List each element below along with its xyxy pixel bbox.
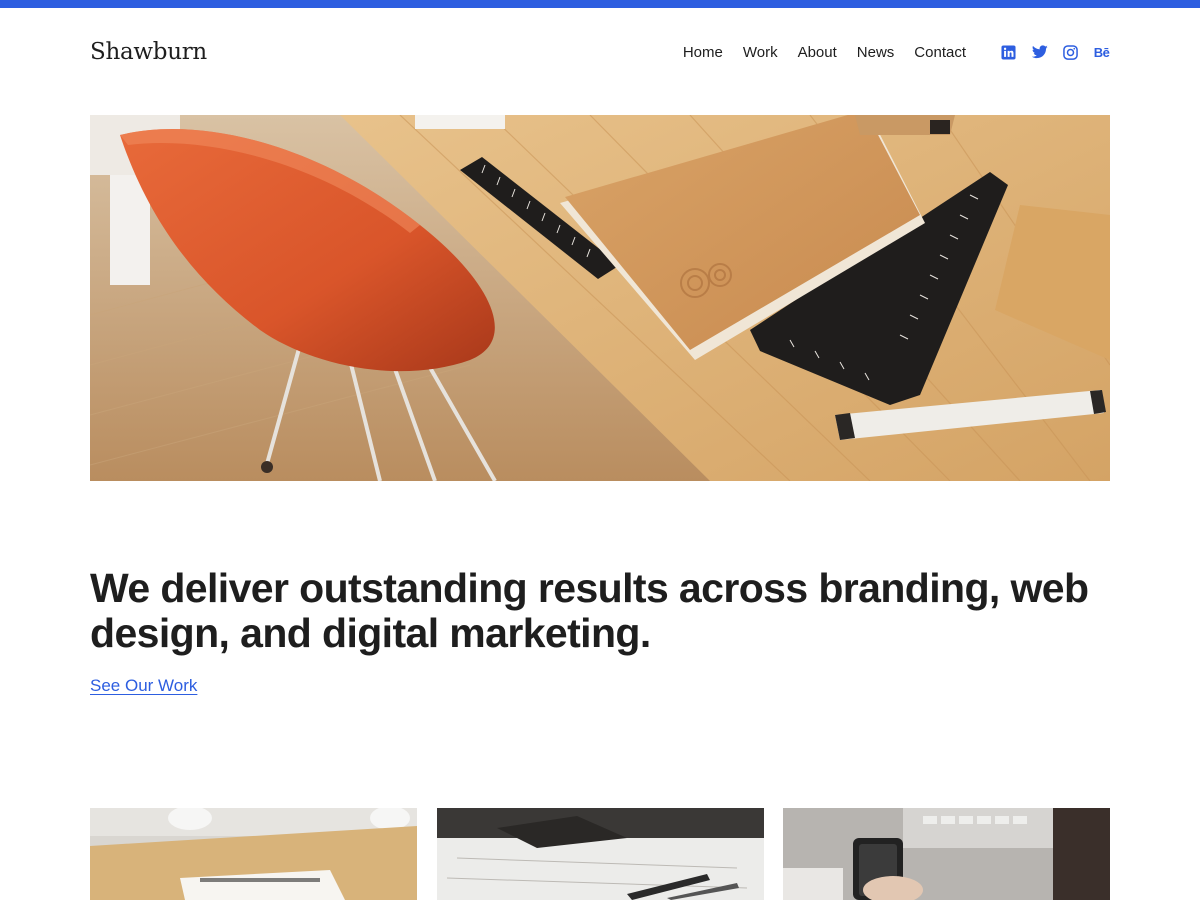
- see-our-work-link[interactable]: See Our Work: [90, 676, 197, 696]
- top-accent-bar: [0, 0, 1200, 8]
- portfolio-card-2[interactable]: [437, 808, 764, 900]
- portfolio-card-1[interactable]: [90, 808, 417, 900]
- behance-icon[interactable]: Bē: [1093, 44, 1110, 61]
- site-header: Shawburn Home Work About News Contact Bē: [90, 28, 1110, 76]
- nav-item-work[interactable]: Work: [743, 44, 778, 61]
- main-navigation: Home Work About News Contact: [683, 44, 966, 61]
- instagram-icon[interactable]: [1062, 44, 1079, 61]
- header-right: Home Work About News Contact Bē: [683, 44, 1110, 61]
- nav-item-news[interactable]: News: [857, 44, 895, 61]
- portfolio-card-3[interactable]: [783, 808, 1110, 900]
- nav-item-about[interactable]: About: [798, 44, 837, 61]
- site-title[interactable]: Shawburn: [90, 39, 207, 65]
- social-links: Bē: [1000, 44, 1110, 61]
- twitter-icon[interactable]: [1031, 44, 1048, 61]
- behance-glyph: Bē: [1093, 44, 1110, 60]
- linkedin-icon[interactable]: [1000, 44, 1017, 61]
- hero-image: [90, 115, 1110, 481]
- nav-item-contact[interactable]: Contact: [914, 44, 966, 61]
- nav-item-home[interactable]: Home: [683, 44, 723, 61]
- hero-headline: We deliver outstanding results across br…: [90, 565, 1089, 656]
